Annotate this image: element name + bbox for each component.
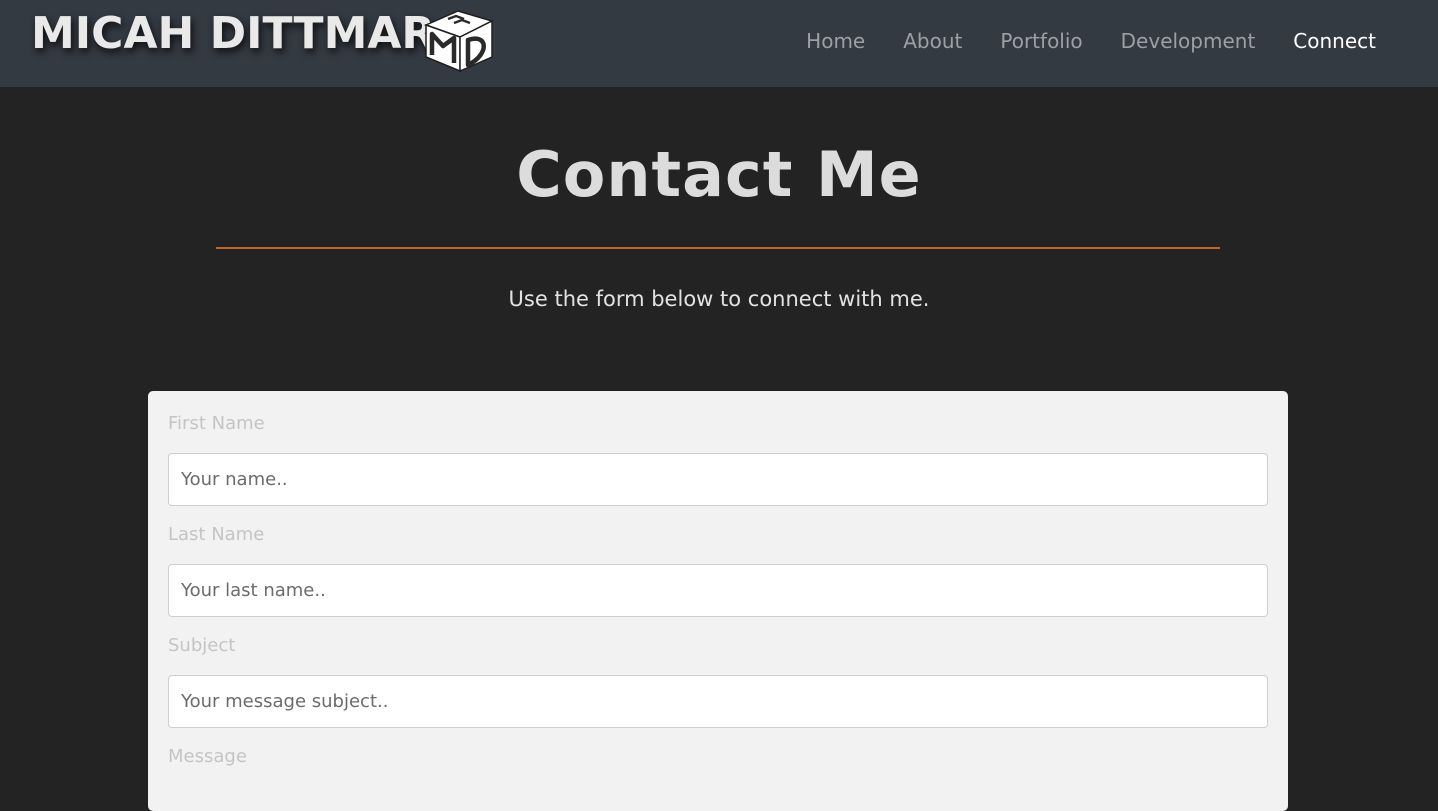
nav-connect[interactable]: Connect bbox=[1293, 29, 1376, 53]
message-label: Message bbox=[168, 746, 247, 767]
page-subtitle: Use the form below to connect with me. bbox=[508, 287, 930, 311]
last-name-label: Last Name bbox=[168, 524, 265, 545]
nav-menu: Home About Portfolio Development Connect bbox=[806, 0, 1376, 82]
page-title: Contact Me bbox=[516, 138, 922, 211]
last-name-input[interactable] bbox=[168, 564, 1268, 617]
title-divider bbox=[216, 247, 1220, 249]
subject-label: Subject bbox=[168, 635, 236, 656]
nav-development[interactable]: Development bbox=[1121, 29, 1256, 53]
navbar: MICAH DITTMAR Home About Portfolio Devel… bbox=[0, 0, 1438, 87]
first-name-label: First Name bbox=[168, 413, 265, 434]
nav-portfolio[interactable]: Portfolio bbox=[1000, 29, 1082, 53]
logo-icon[interactable] bbox=[418, 7, 500, 75]
first-name-input[interactable] bbox=[168, 453, 1268, 506]
contact-form: First Name Last Name Subject Message bbox=[148, 391, 1288, 811]
subject-input[interactable] bbox=[168, 675, 1268, 728]
nav-home[interactable]: Home bbox=[806, 29, 865, 53]
brand-name[interactable]: MICAH DITTMAR bbox=[31, 8, 435, 59]
nav-about[interactable]: About bbox=[903, 29, 962, 53]
